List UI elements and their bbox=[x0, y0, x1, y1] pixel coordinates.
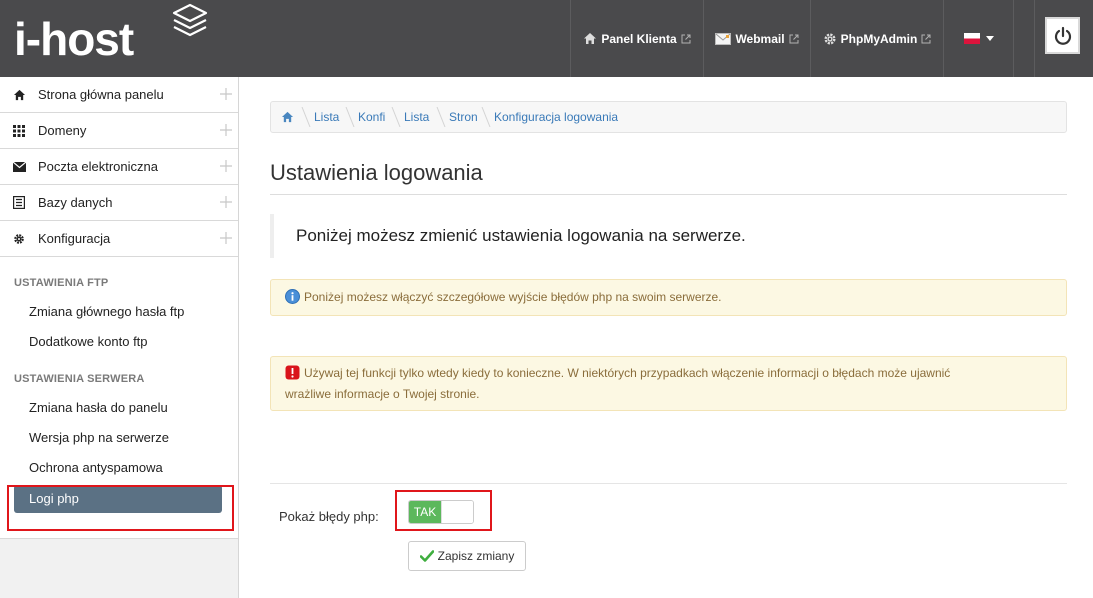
sidebar-item-label: Poczta elektroniczna bbox=[38, 159, 158, 174]
nav-label: Webmail bbox=[735, 31, 785, 46]
save-button-label: Zapisz zmiany bbox=[437, 549, 515, 563]
lead-text-content: Poniżej możesz zmienić ustawienia logowa… bbox=[296, 226, 746, 245]
highlight-box-toggle bbox=[395, 490, 492, 531]
nav-label: PhpMyAdmin bbox=[840, 31, 918, 46]
expand-plus-icon[interactable] bbox=[220, 232, 232, 244]
lead-text: Poniżej możesz zmienić ustawienia logowa… bbox=[270, 214, 1067, 258]
external-link-icon bbox=[681, 34, 691, 44]
section-heading-serwer: USTAWIENIA SERWERA bbox=[14, 373, 145, 385]
highlight-box-sidebar bbox=[7, 485, 234, 531]
sidebar-subitem-zmiana-hasla-panelu[interactable]: Zmiana hasła do panelu bbox=[0, 393, 238, 423]
warning-alert: Używaj tej funkcji tylko wtedy kiedy to … bbox=[270, 356, 1067, 411]
gear-icon bbox=[12, 232, 26, 246]
expand-plus-icon[interactable] bbox=[220, 160, 232, 172]
breadcrumb-current[interactable]: Konfiguracja logowania bbox=[494, 110, 618, 124]
expand-plus-icon[interactable] bbox=[220, 124, 232, 136]
sidebar-item-konfiguracja[interactable]: Konfiguracja bbox=[0, 221, 238, 257]
checkmark-icon bbox=[419, 550, 434, 562]
grid-icon bbox=[12, 124, 26, 138]
caret-down-icon bbox=[985, 36, 994, 41]
list-icon bbox=[12, 196, 26, 210]
breadcrumb-separator bbox=[301, 107, 311, 127]
sidebar-item-poczta[interactable]: Poczta elektroniczna bbox=[0, 149, 238, 185]
mail-icon bbox=[715, 32, 732, 45]
nav-webmail[interactable]: Webmail bbox=[703, 0, 810, 77]
home-icon bbox=[583, 32, 597, 45]
language-dropdown[interactable] bbox=[943, 0, 1013, 77]
form-divider bbox=[270, 483, 1067, 484]
warning-icon bbox=[285, 365, 300, 385]
info-alert: Poniżej możesz włączyć szczegółowe wyjśc… bbox=[270, 279, 1067, 316]
home-icon[interactable] bbox=[281, 111, 294, 123]
warning-alert-text-1: Używaj tej funkcji tylko wtedy kiedy to … bbox=[304, 366, 951, 380]
breadcrumb-item[interactable]: Lista d bbox=[314, 110, 342, 124]
envelope-icon bbox=[12, 160, 26, 174]
power-icon bbox=[1053, 26, 1073, 46]
breadcrumb-item[interactable]: Lista l bbox=[404, 110, 433, 124]
breadcrumb-item[interactable]: Konfi bbox=[358, 110, 388, 124]
breadcrumb-item[interactable]: Stron bbox=[449, 110, 478, 124]
home-icon bbox=[12, 88, 26, 102]
sidebar-subitem-dodatkowe-konto-ftp[interactable]: Dodatkowe konto ftp bbox=[0, 327, 238, 357]
stack-layers-icon bbox=[172, 3, 208, 37]
external-link-icon bbox=[789, 34, 799, 44]
show-php-errors-label: Pokaż błędy php: bbox=[279, 509, 379, 524]
nav-phpmyadmin[interactable]: PhpMyAdmin bbox=[810, 0, 943, 77]
poland-flag-icon bbox=[963, 33, 980, 44]
sidebar-item-label: Strona główna panelu bbox=[38, 87, 164, 102]
sidebar-item-label: Konfiguracja bbox=[38, 231, 111, 246]
sidebar-item-strona-glowna[interactable]: Strona główna panelu bbox=[0, 77, 238, 113]
breadcrumb-separator bbox=[436, 107, 446, 127]
nav-label: Panel Klienta bbox=[601, 31, 677, 46]
expand-plus-icon[interactable] bbox=[220, 196, 232, 208]
logo[interactable]: i-host bbox=[14, 4, 134, 74]
info-alert-text: Poniżej możesz włączyć szczegółowe wyjśc… bbox=[304, 290, 722, 304]
sidebar-subitem-wersja-php[interactable]: Wersja php na serwerze bbox=[0, 423, 238, 453]
sidebar-item-domeny[interactable]: Domeny bbox=[0, 113, 238, 149]
nav-divider bbox=[1013, 0, 1035, 77]
breadcrumb-separator bbox=[391, 107, 401, 127]
sidebar-item-label: Domeny bbox=[38, 123, 87, 138]
expand-plus-icon[interactable] bbox=[220, 88, 232, 100]
sidebar-item-label: Bazy danych bbox=[38, 195, 113, 210]
sidebar-subitem-zmiana-hasla-ftp[interactable]: Zmiana głównego hasła ftp bbox=[0, 297, 238, 327]
warning-alert-text-2: wrażliwe informacje o Twojej stronie. bbox=[285, 387, 480, 401]
title-divider bbox=[270, 194, 1067, 195]
gear-icon bbox=[823, 32, 837, 46]
section-heading-ftp: USTAWIENIA FTP bbox=[14, 277, 109, 289]
logout-button[interactable] bbox=[1045, 17, 1080, 54]
breadcrumb-separator bbox=[481, 107, 491, 127]
top-navbar: i-host Panel Klienta Webmail PhpMyAdmin bbox=[0, 0, 1093, 77]
sidebar-subitem-ochrona-antyspamowa[interactable]: Ochrona antyspamowa bbox=[0, 453, 238, 483]
sidebar-item-bazy-danych[interactable]: Bazy danych bbox=[0, 185, 238, 221]
breadcrumb-separator bbox=[345, 107, 355, 127]
info-icon bbox=[285, 289, 300, 309]
nav-panel-klienta[interactable]: Panel Klienta bbox=[570, 0, 703, 77]
external-link-icon bbox=[921, 34, 931, 44]
page-title: Ustawienia logowania bbox=[270, 160, 483, 185]
save-button[interactable]: Zapisz zmiany bbox=[408, 541, 526, 571]
breadcrumb: Lista d Konfi Lista l Stron Konfiguracja… bbox=[270, 101, 1067, 133]
